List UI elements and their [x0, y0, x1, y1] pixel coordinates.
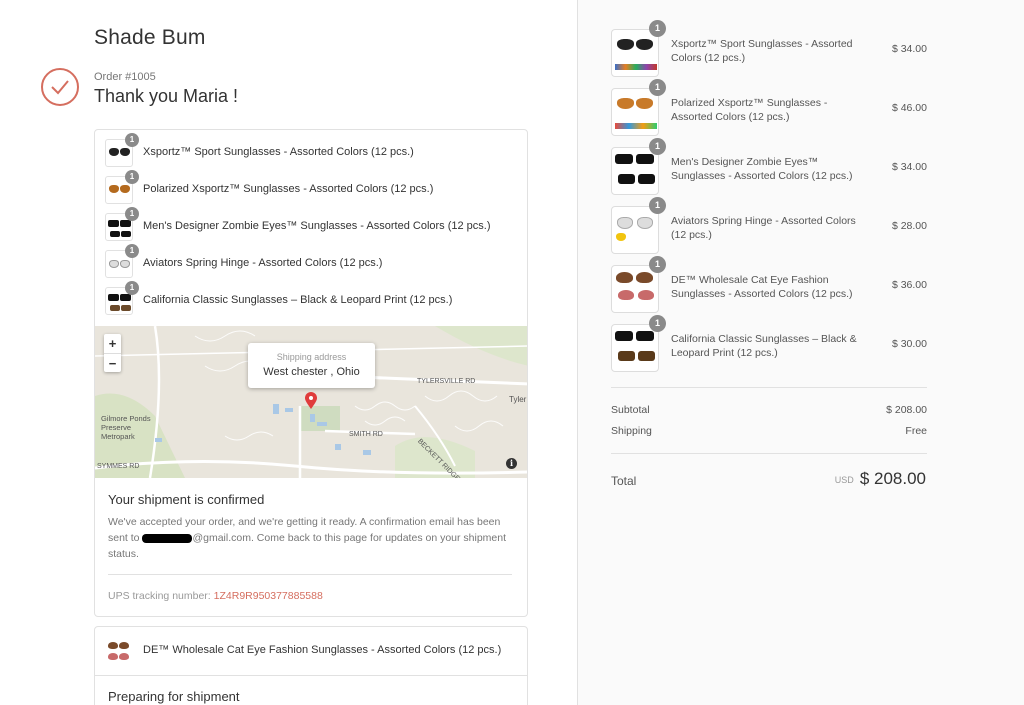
divider [108, 574, 512, 575]
item-name: Aviators Spring Hinge - Assorted Colors … [671, 215, 856, 241]
item-price: $ 34.00 [891, 43, 927, 55]
total-label: Total [611, 474, 637, 488]
tracking-number-link[interactable]: 1Z4R9R950377885588 [214, 590, 323, 602]
email-suffix: @gmail.com [192, 532, 251, 544]
subtotal-label: Subtotal [611, 404, 650, 416]
quantity-badge: 1 [649, 197, 666, 214]
order-summary-sidebar: 1 Xsportz™ Sport Sunglasses - Assorted C… [577, 0, 1024, 705]
shipping-row: Shipping Free [611, 425, 927, 437]
map-label-tylersville: TYLERSVILLE RD [417, 378, 476, 385]
summary-line-item: 1 California Classic Sunglasses – Black … [611, 315, 927, 374]
subtotal-value: $ 208.00 [886, 404, 927, 416]
map-label-smith: SMITH RD [349, 431, 383, 438]
redacted-email [142, 533, 193, 543]
item-name: Aviators Spring Hinge - Assorted Colors … [143, 257, 383, 269]
list-item: 1 Aviators Spring Hinge - Assorted Color… [105, 244, 515, 280]
quantity-badge: 1 [125, 133, 139, 147]
divider [95, 675, 527, 676]
checkmark-icon [41, 68, 79, 106]
divider [611, 453, 927, 454]
sunglasses-product-icon [105, 637, 133, 665]
item-name: Men's Designer Zombie Eyes™ Sunglasses -… [143, 220, 491, 232]
zoom-out-button[interactable]: − [104, 353, 121, 372]
summary-line-item: 1 Aviators Spring Hinge - Assorted Color… [611, 197, 927, 256]
popup-address: West chester , Ohio [263, 366, 360, 378]
shipping-address-popup: Shipping address West chester , Ohio [248, 343, 375, 388]
sunglasses-product-icon [611, 206, 659, 254]
preparing-shipment-title: Preparing for shipment [108, 689, 240, 704]
summary-line-item: 1 Xsportz™ Sport Sunglasses - Assorted C… [611, 20, 927, 79]
sunglasses-product-icon [611, 265, 659, 313]
divider [611, 387, 927, 388]
shop-name[interactable]: Shade Bum [94, 26, 206, 50]
list-item: 1 California Classic Sunglasses – Black … [105, 281, 515, 317]
sunglasses-product-icon [611, 147, 659, 195]
item-name: Polarized Xsportz™ Sunglasses - Assorted… [143, 183, 434, 195]
fulfilled-items-list: 1 Xsportz™ Sport Sunglasses - Assorted C… [95, 130, 527, 326]
shipment-status-text: We've accepted your order, and we're get… [108, 514, 508, 562]
list-item: 1 Men's Designer Zombie Eyes™ Sunglasses… [105, 207, 515, 243]
quantity-badge: 1 [649, 315, 666, 332]
list-item: 1 Xsportz™ Sport Sunglasses - Assorted C… [105, 133, 515, 169]
map-label-symmes: SYMMES RD [97, 463, 140, 470]
map-label-tyler: Tyler [509, 395, 527, 404]
map-label-park: Gilmore Ponds Preserve Metropark [101, 414, 151, 441]
quantity-badge: 1 [649, 256, 666, 273]
quantity-badge: 1 [649, 20, 666, 37]
summary-line-item: 1 Polarized Xsportz™ Sunglasses - Assort… [611, 79, 927, 138]
order-number: Order #1005 [94, 71, 156, 83]
list-item: DE™ Wholesale Cat Eye Fashion Sunglasses… [105, 635, 515, 667]
item-price: $ 30.00 [891, 338, 927, 350]
pending-shipment-card: DE™ Wholesale Cat Eye Fashion Sunglasses… [94, 626, 528, 705]
tracking-info: UPS tracking number: 1Z4R9R950377885588 [108, 590, 323, 602]
item-name: DE™ Wholesale Cat Eye Fashion Sunglasses… [671, 274, 853, 300]
shipment-status-title: Your shipment is confirmed [108, 492, 265, 507]
shipping-map[interactable]: + − Gilmore Ponds Preserve Metropark TYL… [95, 326, 527, 478]
sunglasses-product-icon [611, 88, 659, 136]
sunglasses-product-icon [611, 324, 659, 372]
summary-line-item: 1 DE™ Wholesale Cat Eye Fashion Sunglass… [611, 256, 927, 315]
list-item: 1 Polarized Xsportz™ Sunglasses - Assort… [105, 170, 515, 206]
item-name: Men's Designer Zombie Eyes™ Sunglasses -… [671, 156, 853, 182]
main-content: Shade Bum Order #1005 Thank you Maria ! … [0, 0, 577, 705]
item-name: DE™ Wholesale Cat Eye Fashion Sunglasses… [143, 644, 502, 656]
total-currency: USD [834, 474, 854, 485]
item-name: Polarized Xsportz™ Sunglasses - Assorted… [671, 97, 828, 123]
quantity-badge: 1 [125, 244, 139, 258]
quantity-badge: 1 [649, 79, 666, 96]
item-name: California Classic Sunglasses – Black & … [143, 294, 453, 306]
item-price: $ 36.00 [891, 279, 927, 291]
summary-line-item: 1 Men's Designer Zombie Eyes™ Sunglasses… [611, 138, 927, 197]
thank-you-heading: Thank you Maria ! [94, 86, 239, 106]
item-name: Xsportz™ Sport Sunglasses - Assorted Col… [671, 38, 853, 64]
tracking-label: UPS tracking number: [108, 590, 214, 602]
subtotal-row: Subtotal $ 208.00 [611, 404, 927, 416]
sunglasses-product-icon [611, 29, 659, 77]
item-price: $ 34.00 [891, 161, 927, 173]
quantity-badge: 1 [649, 138, 666, 155]
shipping-label: Shipping [611, 425, 652, 437]
item-name: California Classic Sunglasses – Black & … [671, 333, 857, 359]
item-price: $ 28.00 [891, 220, 927, 232]
quantity-badge: 1 [125, 207, 139, 221]
shipping-value: Free [905, 425, 927, 437]
quantity-badge: 1 [125, 281, 139, 295]
shipment-card: 1 Xsportz™ Sport Sunglasses - Assorted C… [94, 129, 528, 617]
item-price: $ 46.00 [891, 102, 927, 114]
popup-label: Shipping address [276, 352, 347, 362]
item-name: Xsportz™ Sport Sunglasses - Assorted Col… [143, 146, 414, 158]
map-zoom-controls: + − [104, 334, 121, 372]
total-value-group: USD $ 208.00 [835, 469, 926, 489]
quantity-badge: 1 [125, 170, 139, 184]
zoom-in-button[interactable]: + [104, 334, 121, 353]
total-value: $ 208.00 [859, 469, 926, 488]
map-info-icon[interactable]: i [506, 458, 517, 469]
